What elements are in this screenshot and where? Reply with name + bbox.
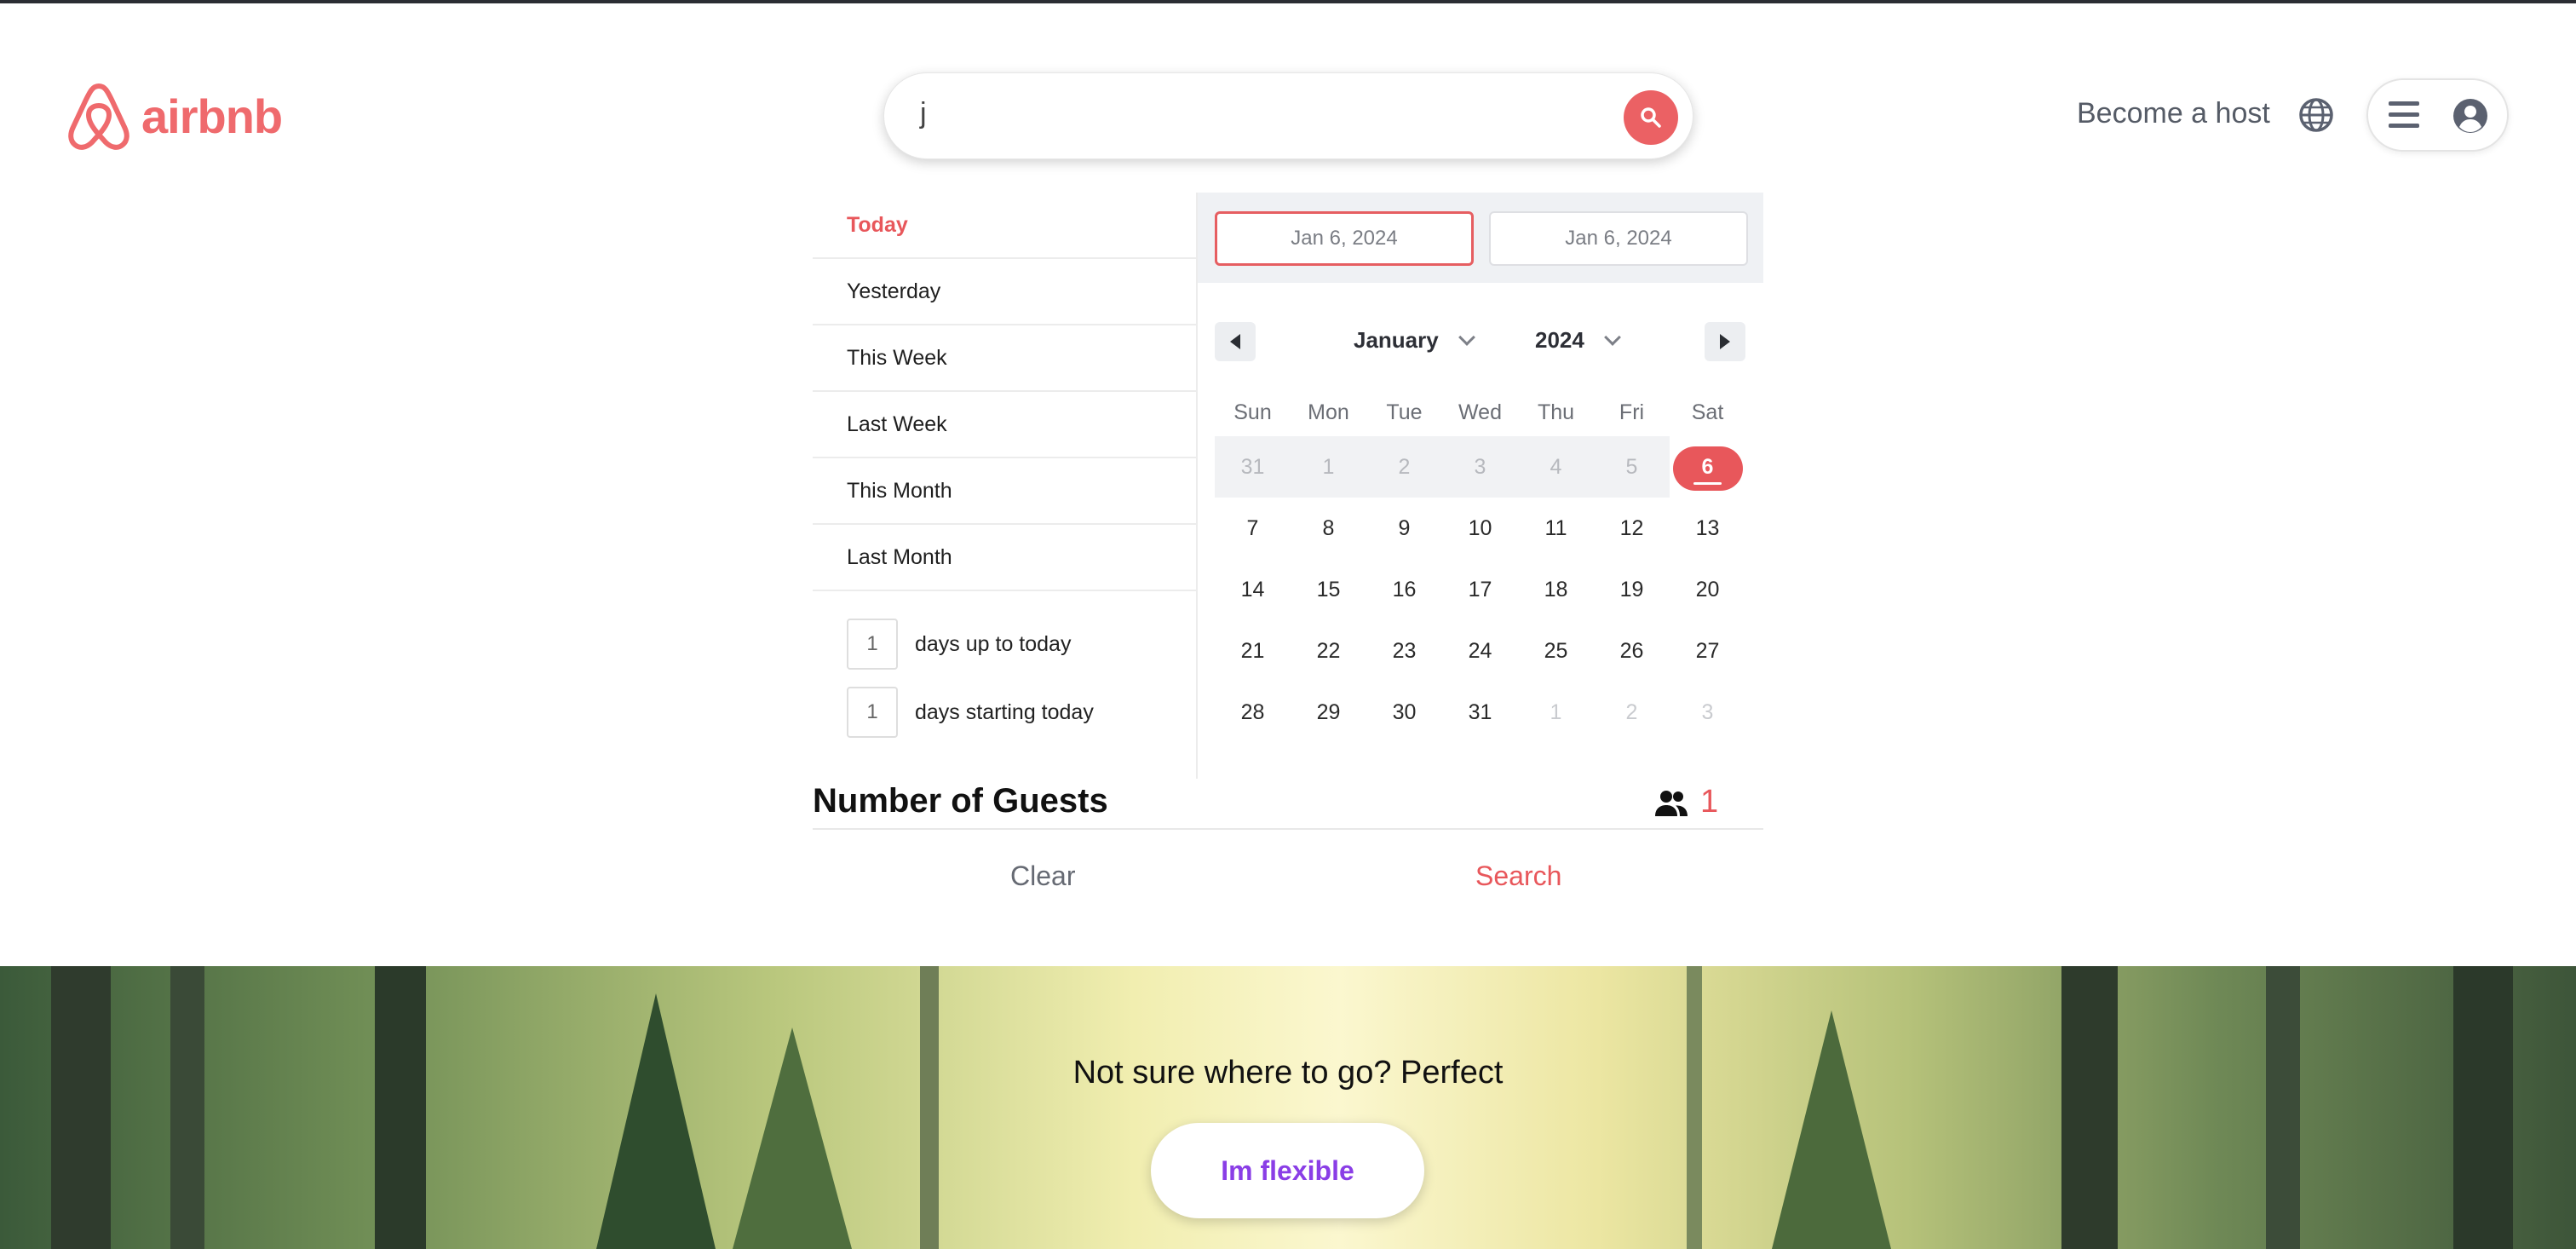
- month-select[interactable]: January: [1354, 327, 1475, 354]
- weekday-label: Fri: [1619, 400, 1645, 424]
- start-date-field[interactable]: Jan 6, 2024: [1215, 211, 1474, 266]
- calendar-day[interactable]: 15: [1291, 559, 1366, 620]
- weekday-label: Thu: [1537, 400, 1575, 424]
- year-select-value: 2024: [1535, 327, 1584, 353]
- calendar-day[interactable]: 17: [1442, 559, 1518, 620]
- window-top-border: [0, 0, 2576, 3]
- calendar-day[interactable]: 2: [1594, 682, 1670, 743]
- calendar-day[interactable]: 12: [1594, 498, 1670, 559]
- preset-yesterday[interactable]: Yesterday: [813, 259, 1197, 325]
- calendar-day[interactable]: 18: [1518, 559, 1594, 620]
- search-bar[interactable]: j: [883, 72, 1693, 159]
- airbnb-logo-icon: [68, 83, 129, 150]
- search-icon: [1641, 107, 1661, 128]
- preset-today[interactable]: Today: [813, 193, 1197, 259]
- globe-icon[interactable]: [2297, 96, 2335, 134]
- logo-text: airbnb: [141, 89, 283, 143]
- calendar-day[interactable]: 3: [1442, 436, 1518, 498]
- guests-title: Number of Guests: [813, 782, 1108, 820]
- calendar-week: 14 15 16 17 18 19 20: [1215, 559, 1745, 620]
- calendar-day[interactable]: 25: [1518, 620, 1594, 682]
- calendar-day[interactable]: 14: [1215, 559, 1291, 620]
- weekday-label: Mon: [1308, 400, 1349, 424]
- calendar-day[interactable]: 19: [1594, 559, 1670, 620]
- search-input[interactable]: j: [920, 97, 927, 130]
- calendar-day[interactable]: 22: [1291, 620, 1366, 682]
- menu-icon: [2389, 101, 2419, 130]
- arrow-right-icon: [1720, 334, 1730, 349]
- guest-count[interactable]: 1: [1700, 784, 1718, 820]
- calendar-day[interactable]: 31: [1215, 436, 1291, 498]
- calendar-day[interactable]: 4: [1518, 436, 1594, 498]
- calendar-day[interactable]: 7: [1215, 498, 1291, 559]
- date-range-bar: Jan 6, 2024 Jan 6, 2024: [1198, 193, 1763, 283]
- calendar-day[interactable]: 1: [1291, 436, 1366, 498]
- days-starting-today-row: 1 days starting today: [847, 687, 1094, 738]
- user-menu-button[interactable]: [2366, 78, 2509, 152]
- chevron-down-icon: [1603, 328, 1621, 346]
- preset-last-week[interactable]: Last Week: [813, 392, 1197, 458]
- calendar-day[interactable]: 27: [1670, 620, 1745, 682]
- calendar-day[interactable]: 9: [1366, 498, 1442, 559]
- calendar-day[interactable]: 2: [1366, 436, 1442, 498]
- calendar-day[interactable]: 5: [1594, 436, 1670, 498]
- days-up-to-today-label: days up to today: [915, 631, 1072, 656]
- calendar-grid: Sun Mon Tue Wed Thu Fri Sat 31 1 2 3 4 5…: [1215, 389, 1745, 743]
- preset-this-week[interactable]: This Week: [813, 325, 1197, 392]
- weekday-label: Tue: [1386, 400, 1423, 424]
- search-button[interactable]: [1624, 90, 1678, 145]
- month-select-value: January: [1354, 327, 1439, 353]
- days-up-to-today-row: 1 days up to today: [847, 619, 1071, 670]
- calendar-day[interactable]: 11: [1518, 498, 1594, 559]
- end-date-field[interactable]: Jan 6, 2024: [1489, 211, 1748, 266]
- year-select[interactable]: 2024: [1535, 327, 1621, 354]
- people-icon: [1655, 791, 1688, 816]
- calendar-day[interactable]: 30: [1366, 682, 1442, 743]
- calendar-day[interactable]: 13: [1670, 498, 1745, 559]
- calendar-week: 7 8 9 10 11 12 13: [1215, 498, 1745, 559]
- calendar-day-selected[interactable]: 6: [1670, 436, 1745, 498]
- calendar-day[interactable]: 28: [1215, 682, 1291, 743]
- user-avatar-icon: [2453, 99, 2487, 133]
- weekday-header: Sun Mon Tue Wed Thu Fri Sat: [1215, 389, 1745, 436]
- days-up-to-today-input[interactable]: 1: [847, 619, 898, 670]
- calendar-week: 28 29 30 31 1 2 3: [1215, 682, 1745, 743]
- apply-search-button[interactable]: Search: [1475, 860, 1561, 892]
- days-starting-today-input[interactable]: 1: [847, 687, 898, 738]
- calendar-day[interactable]: 10: [1442, 498, 1518, 559]
- guests-divider: [813, 828, 1763, 830]
- days-starting-today-label: days starting today: [915, 699, 1094, 724]
- preset-last-month[interactable]: Last Month: [813, 525, 1197, 591]
- calendar-day[interactable]: 21: [1215, 620, 1291, 682]
- hero-title: Not sure where to go? Perfect: [1072, 1055, 1504, 1091]
- calendar-day[interactable]: 1: [1518, 682, 1594, 743]
- arrow-left-icon: [1230, 334, 1240, 349]
- calendar-week: 31 1 2 3 4 5 6: [1215, 436, 1745, 498]
- calendar-day[interactable]: 3: [1670, 682, 1745, 743]
- weekday-label: Sat: [1691, 400, 1724, 424]
- weekday-label: Sun: [1233, 400, 1272, 424]
- selected-day-label: 6: [1693, 454, 1722, 485]
- date-preset-list: Today Yesterday This Week Last Week This…: [813, 193, 1197, 738]
- weekday-label: Wed: [1458, 400, 1502, 424]
- hero-banner: Not sure where to go? Perfect Im flexibl…: [0, 966, 2576, 1249]
- calendar-day[interactable]: 16: [1366, 559, 1442, 620]
- chevron-down-icon: [1458, 328, 1475, 346]
- calendar-day[interactable]: 23: [1366, 620, 1442, 682]
- clear-button[interactable]: Clear: [1010, 860, 1075, 892]
- calendar-day[interactable]: 29: [1291, 682, 1366, 743]
- im-flexible-button[interactable]: Im flexible: [1151, 1123, 1424, 1218]
- preset-this-month[interactable]: This Month: [813, 458, 1197, 525]
- calendar-week: 21 22 23 24 25 26 27: [1215, 620, 1745, 682]
- calendar-day[interactable]: 31: [1442, 682, 1518, 743]
- next-month-button[interactable]: [1705, 322, 1745, 361]
- calendar-day[interactable]: 26: [1594, 620, 1670, 682]
- airbnb-logo[interactable]: airbnb: [66, 80, 283, 152]
- previous-month-button[interactable]: [1215, 322, 1256, 361]
- become-host-link[interactable]: Become a host: [2077, 97, 2270, 130]
- calendar-day[interactable]: 8: [1291, 498, 1366, 559]
- calendar-day[interactable]: 20: [1670, 559, 1745, 620]
- calendar-day[interactable]: 24: [1442, 620, 1518, 682]
